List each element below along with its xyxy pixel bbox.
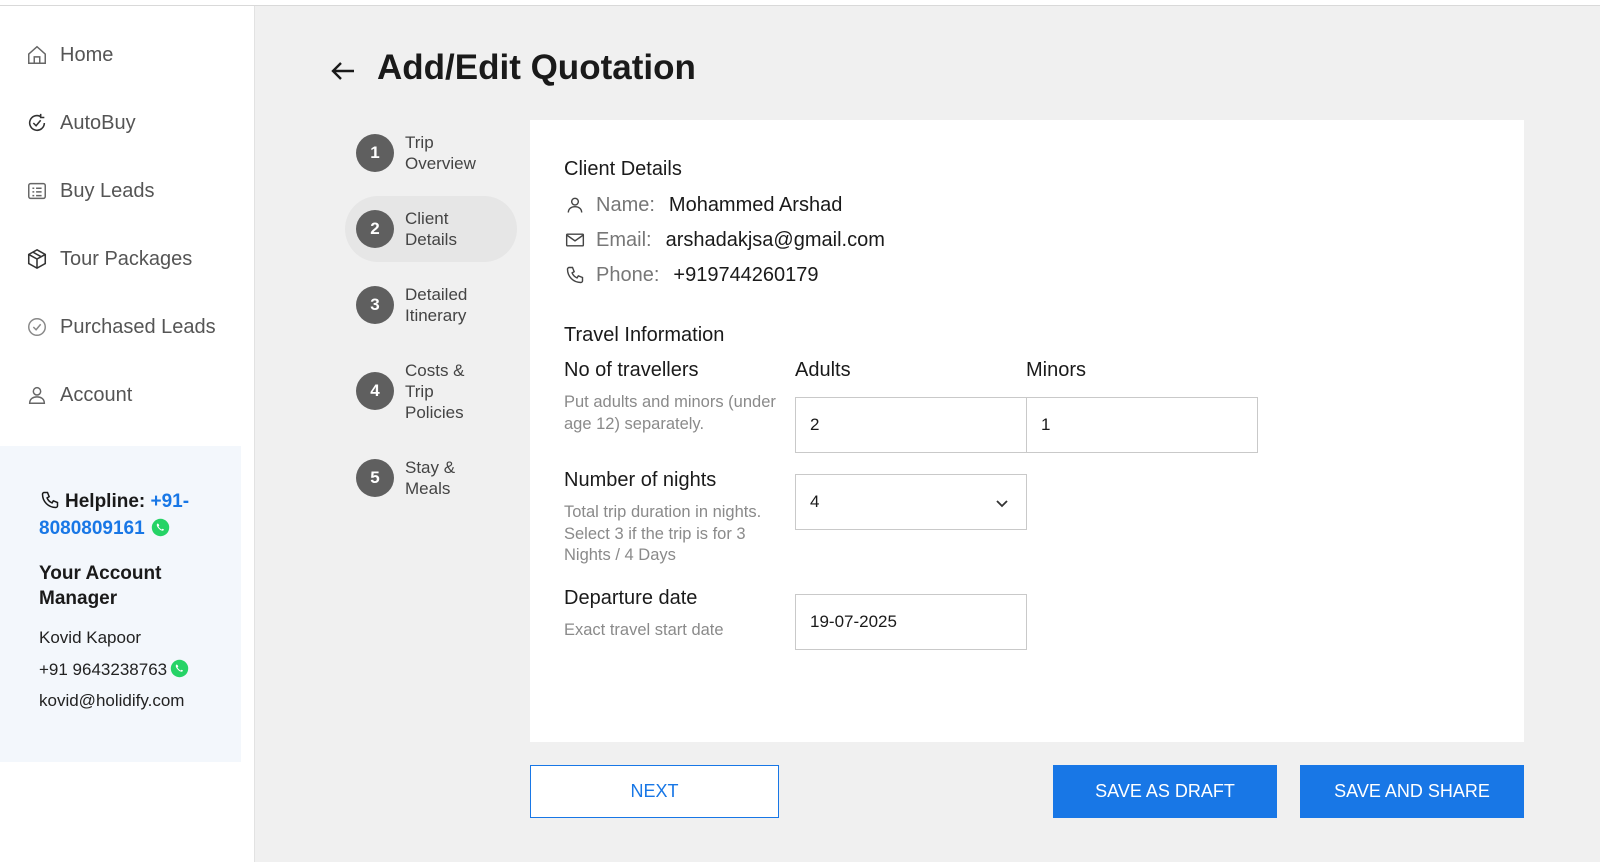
- helpline: Helpline: +91-8080809161: [39, 488, 229, 542]
- travellers-label: No of travellers: [564, 359, 699, 381]
- step-number: 1: [356, 134, 394, 172]
- minors-value: 1: [1041, 415, 1051, 434]
- step-detailed-itinerary[interactable]: 3 Detailed Itinerary: [345, 272, 517, 338]
- client-phone: +919744260179: [673, 263, 819, 286]
- step-label: Stay & Meals: [405, 458, 456, 498]
- account-manager-phone[interactable]: +91 9643238763: [39, 660, 167, 679]
- step-stay-meals[interactable]: 5 Stay & Meals: [345, 445, 517, 511]
- departure-label: Departure date: [564, 587, 698, 609]
- adults-input[interactable]: 2: [795, 397, 1027, 453]
- adults-label: Adults: [795, 359, 851, 381]
- nights-label: Number of nights: [564, 469, 717, 491]
- departure-date-input[interactable]: 19-07-2025: [795, 594, 1027, 650]
- travellers-help: Put adults and minors (under age 12) sep…: [564, 393, 776, 433]
- helpline-label: Helpline:: [65, 491, 146, 512]
- client-email: arshadakjsa@gmail.com: [665, 228, 885, 251]
- form-card: Client Details Name: Mohammed Arshad Ema…: [530, 120, 1524, 742]
- step-number: 4: [356, 372, 394, 410]
- sidebar-item-purchased-leads[interactable]: Purchased Leads: [26, 312, 216, 342]
- sidebar-item-label: Buy Leads: [60, 179, 155, 202]
- email-label: Email:: [596, 228, 652, 251]
- autobuy-icon: [26, 112, 48, 134]
- whatsapp-icon[interactable]: [151, 518, 170, 537]
- whatsapp-icon[interactable]: [170, 659, 189, 678]
- nights-value: 4: [810, 492, 820, 511]
- chevron-down-icon: [996, 500, 1008, 508]
- step-label: Detailed Itinerary: [405, 285, 468, 325]
- account-manager-title: Your Account Manager: [39, 563, 162, 609]
- back-arrow-icon[interactable]: [328, 56, 358, 86]
- list-icon: [26, 180, 48, 202]
- nights-help: Total trip duration in nights. Select 3 …: [564, 503, 762, 564]
- travel-info-title: Travel Information: [564, 324, 725, 346]
- sidebar: Home AutoBuy Buy Leads Tour Packages Pur…: [0, 6, 255, 862]
- name-label: Name:: [596, 193, 655, 216]
- step-number: 5: [356, 459, 394, 497]
- sidebar-item-label: Purchased Leads: [60, 315, 216, 338]
- phone-icon: [41, 491, 59, 509]
- account-manager-name: Kovid Kapoor: [39, 628, 142, 647]
- help-panel: Helpline: +91-8080809161 Your Account Ma…: [0, 446, 241, 762]
- sidebar-item-buy-leads[interactable]: Buy Leads: [26, 176, 155, 206]
- nights-select[interactable]: 4: [795, 474, 1027, 530]
- user-icon: [564, 194, 586, 216]
- sidebar-item-label: Home: [60, 43, 114, 66]
- sidebar-item-autobuy[interactable]: AutoBuy: [26, 108, 136, 138]
- client-name: Mohammed Arshad: [668, 193, 843, 216]
- phone-label: Phone:: [596, 263, 660, 286]
- step-label: Trip Overview: [405, 133, 476, 173]
- client-details-title: Client Details: [564, 158, 682, 180]
- package-icon: [26, 248, 48, 270]
- mail-icon: [564, 229, 586, 251]
- client-email-row: Email: arshadakjsa@gmail.com: [564, 226, 885, 254]
- departure-value: 19-07-2025: [810, 612, 897, 631]
- adults-value: 2: [810, 415, 820, 434]
- phone-icon: [564, 264, 586, 286]
- user-icon: [26, 384, 48, 406]
- sidebar-item-account[interactable]: Account: [26, 380, 132, 410]
- step-trip-overview[interactable]: 1 Trip Overview: [345, 120, 517, 186]
- step-number: 3: [356, 286, 394, 324]
- minors-input[interactable]: 1: [1026, 397, 1258, 453]
- next-button[interactable]: NEXT: [530, 765, 779, 818]
- page-title: Add/Edit Quotation: [377, 48, 696, 87]
- sidebar-item-label: Tour Packages: [60, 247, 193, 270]
- step-number: 2: [356, 210, 394, 248]
- sidebar-item-label: Account: [60, 383, 133, 406]
- account-manager-phone-row: +91 9643238763: [39, 659, 189, 680]
- step-client-details[interactable]: 2 Client Details: [345, 196, 517, 262]
- save-share-button[interactable]: SAVE AND SHARE: [1300, 765, 1524, 818]
- client-phone-row: Phone: +919744260179: [564, 261, 819, 289]
- sidebar-item-home[interactable]: Home: [26, 40, 113, 70]
- minors-label: Minors: [1026, 359, 1087, 381]
- step-costs-policies[interactable]: 4 Costs & Trip Policies: [345, 358, 517, 424]
- step-label: Client Details: [405, 209, 457, 249]
- departure-help: Exact travel start date: [564, 621, 724, 639]
- check-circle-icon: [26, 316, 48, 338]
- account-manager-email[interactable]: kovid@holidify.com: [39, 691, 184, 711]
- save-draft-button[interactable]: SAVE AS DRAFT: [1053, 765, 1277, 818]
- home-icon: [26, 44, 48, 66]
- sidebar-item-tour-packages[interactable]: Tour Packages: [26, 244, 192, 274]
- step-label: Costs & Trip Policies: [405, 360, 465, 422]
- client-name-row: Name: Mohammed Arshad: [564, 191, 842, 219]
- sidebar-item-label: AutoBuy: [60, 111, 136, 134]
